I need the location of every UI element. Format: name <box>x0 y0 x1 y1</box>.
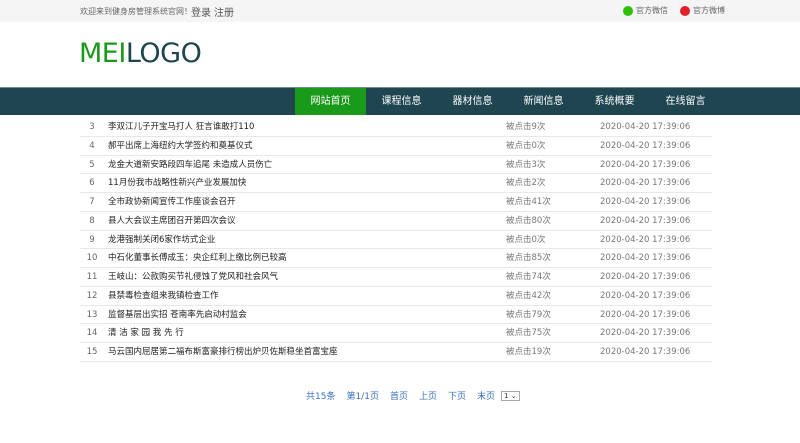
news-row: 7 全市政协新闻宣传工作座谈会召开 被点击41次 2020-04-20 17:39:0… <box>80 193 712 212</box>
news-title[interactable]: 县人大会议主席团召开第四次会议 <box>108 212 236 230</box>
news-row: 5 龙金大道新安路段四车追尾 未造成人员伤亡 被点击3次 2020-04-20 17:… <box>80 156 712 175</box>
news-number: 12 <box>86 290 98 301</box>
news-date: 2020-04-20 17:39:06 <box>600 309 691 320</box>
news-list: 3 李双江儿子开宝马打人 狂言谁敢打110 被点击9次 2020-04-20 17:3… <box>80 118 712 362</box>
logo[interactable]: MEILOGO <box>79 38 202 69</box>
news-date: 2020-04-20 17:39:06 <box>600 272 691 282</box>
wechat-icon <box>623 5 633 16</box>
news-date: 2020-04-20 17:39:06 <box>600 178 691 189</box>
top-bar: 欢迎来到健身房管理系统官网！ 登录 注册 官方微信 官方微博 <box>0 0 800 22</box>
news-date: 2020-04-20 17:39:06 <box>600 122 691 132</box>
page-select-value: 1 <box>504 391 509 400</box>
first-page-link[interactable]: 首页 <box>390 389 408 402</box>
news-row: 14 清 洁 家 园 我 先 行 被点击75次 2020-04-20 17:39:06 <box>80 324 712 343</box>
news-date: 2020-04-20 17:39:06 <box>600 290 691 301</box>
news-clicks: 被点击85次 <box>506 253 551 264</box>
logo-part1: MEI <box>79 38 126 69</box>
welcome-text: 欢迎来到健身房管理系统官网！ <box>80 7 192 16</box>
news-clicks: 被点击80次 <box>506 215 551 226</box>
nav-message[interactable]: 在线留言 <box>650 88 721 115</box>
news-title[interactable]: 全市政协新闻宣传工作座谈会召开 <box>108 193 236 211</box>
weibo-icon <box>680 5 690 16</box>
news-date: 2020-04-20 17:39:06 <box>600 253 691 264</box>
weibo-label: 官方微博 <box>693 6 725 15</box>
news-date: 2020-04-20 17:39:06 <box>600 159 691 170</box>
news-number: 5 <box>89 159 95 170</box>
news-number: 10 <box>86 253 98 264</box>
news-row: 9 龙港强制关闭6家作坊式企业 被点击0次 2020-04-20 17:39:06 <box>80 231 712 250</box>
news-row: 12 县禁毒检查组来我镇检查工作 被点击42次 2020-04-20 17:39:06 <box>80 287 712 306</box>
news-clicks: 被点击9次 <box>506 122 546 132</box>
news-clicks: 被点击2次 <box>506 178 546 189</box>
news-date: 2020-04-20 17:39:06 <box>600 234 691 245</box>
news-date: 2020-04-20 17:39:06 <box>600 328 691 339</box>
news-date: 2020-04-20 17:39:06 <box>600 197 691 207</box>
wechat-label: 官方微信 <box>636 6 668 15</box>
news-row: 8 县人大会议主席团召开第四次会议 被点击80次 2020-04-20 17:39:0… <box>80 212 712 231</box>
news-clicks: 被点击74次 <box>506 272 551 282</box>
news-date: 2020-04-20 17:39:06 <box>600 347 691 357</box>
logo-part2: LOGO <box>125 38 202 69</box>
news-number: 15 <box>86 347 98 357</box>
news-clicks: 被点击19次 <box>506 347 551 357</box>
nav-home[interactable]: 网站首页 <box>295 88 366 115</box>
news-row: 4 郝平出席上海纽约大学签约和奠基仪式 被点击0次 2020-04-20 17:39:… <box>80 137 712 156</box>
news-clicks: 被点击41次 <box>506 197 551 207</box>
prev-page-link[interactable]: 上页 <box>419 389 437 402</box>
news-title[interactable]: 郝平出席上海纽约大学签约和奠基仪式 <box>108 137 253 155</box>
news-clicks: 被点击79次 <box>506 309 551 320</box>
main-nav: 网站首页 课程信息 器材信息 新闻信息 系统概要 在线留言 <box>0 87 800 115</box>
news-title[interactable]: 11月份我市战略性新兴产业发展加快 <box>108 174 246 192</box>
news-row: 10 中石化董事长傅成玉：央企红利上缴比例已较高 被点击85次 2020-04-20 … <box>80 249 712 268</box>
page-indicator: 第1/1页 <box>346 392 379 402</box>
news-number: 3 <box>89 122 95 132</box>
nav-equipment[interactable]: 器材信息 <box>437 88 508 115</box>
weibo-link[interactable]: 官方微博 <box>680 5 725 16</box>
news-title[interactable]: 龙金大道新安路段四车追尾 未造成人员伤亡 <box>108 156 272 174</box>
news-number: 6 <box>89 178 95 189</box>
news-clicks: 被点击0次 <box>506 140 546 151</box>
news-number: 11 <box>86 272 98 282</box>
news-title[interactable]: 龙港强制关闭6家作坊式企业 <box>108 231 215 249</box>
page-select[interactable]: 1 ⌄ <box>501 390 520 401</box>
pagination: 共15条 第1/1页 首页 上页 下页 末页 1 ⌄ <box>306 389 520 402</box>
nav-courses[interactable]: 课程信息 <box>366 88 437 115</box>
last-page-link[interactable]: 末页 <box>477 389 495 402</box>
news-row: 3 李双江儿子开宝马打人 狂言谁敢打110 被点击9次 2020-04-20 17:3… <box>80 118 712 137</box>
nav-news[interactable]: 新闻信息 <box>508 88 579 115</box>
news-date: 2020-04-20 17:39:06 <box>600 215 691 226</box>
news-clicks: 被点击42次 <box>506 290 551 301</box>
news-title[interactable]: 清 洁 家 园 我 先 行 <box>108 324 184 342</box>
login-link[interactable]: 登录 <box>191 8 211 19</box>
news-number: 4 <box>89 140 95 151</box>
news-title[interactable]: 监督基层出实招 苍南率先启动村监会 <box>108 306 247 324</box>
news-number: 13 <box>86 309 98 320</box>
news-row: 15 马云国内屈居第二福布斯富豪排行榜出炉贝佐斯稳坐首富宝座 被点击19次 2020-… <box>80 343 712 362</box>
news-row: 13 监督基层出实招 苍南率先启动村监会 被点击79次 2020-04-20 17:3… <box>80 306 712 325</box>
news-clicks: 被点击3次 <box>506 159 546 170</box>
news-title[interactable]: 李双江儿子开宝马打人 狂言谁敢打110 <box>108 118 254 136</box>
news-title[interactable]: 王岐山：公款购买节礼侵蚀了党风和社会风气 <box>108 268 278 286</box>
total-count: 共15条 <box>306 392 336 402</box>
news-clicks: 被点击75次 <box>506 328 551 339</box>
register-link[interactable]: 注册 <box>214 8 234 19</box>
next-page-link[interactable]: 下页 <box>448 389 466 402</box>
news-number: 9 <box>89 234 95 245</box>
news-title[interactable]: 县禁毒检查组来我镇检查工作 <box>108 287 219 305</box>
news-row: 6 11月份我市战略性新兴产业发展加快 被点击2次 2020-04-20 17:39:… <box>80 174 712 193</box>
nav-overview[interactable]: 系统概要 <box>579 88 650 115</box>
news-number: 8 <box>89 215 95 226</box>
news-row: 11 王岐山：公款购买节礼侵蚀了党风和社会风气 被点击74次 2020-04-20 1… <box>80 268 712 287</box>
news-clicks: 被点击0次 <box>506 234 546 245</box>
news-date: 2020-04-20 17:39:06 <box>600 140 691 151</box>
wechat-link[interactable]: 官方微信 <box>623 5 668 16</box>
news-title[interactable]: 马云国内屈居第二福布斯富豪排行榜出炉贝佐斯稳坐首富宝座 <box>108 343 338 361</box>
news-number: 14 <box>86 328 98 339</box>
news-title[interactable]: 中石化董事长傅成玉：央企红利上缴比例已较高 <box>108 249 287 267</box>
news-number: 7 <box>89 197 95 207</box>
auth-links: 登录 注册 <box>191 4 237 19</box>
